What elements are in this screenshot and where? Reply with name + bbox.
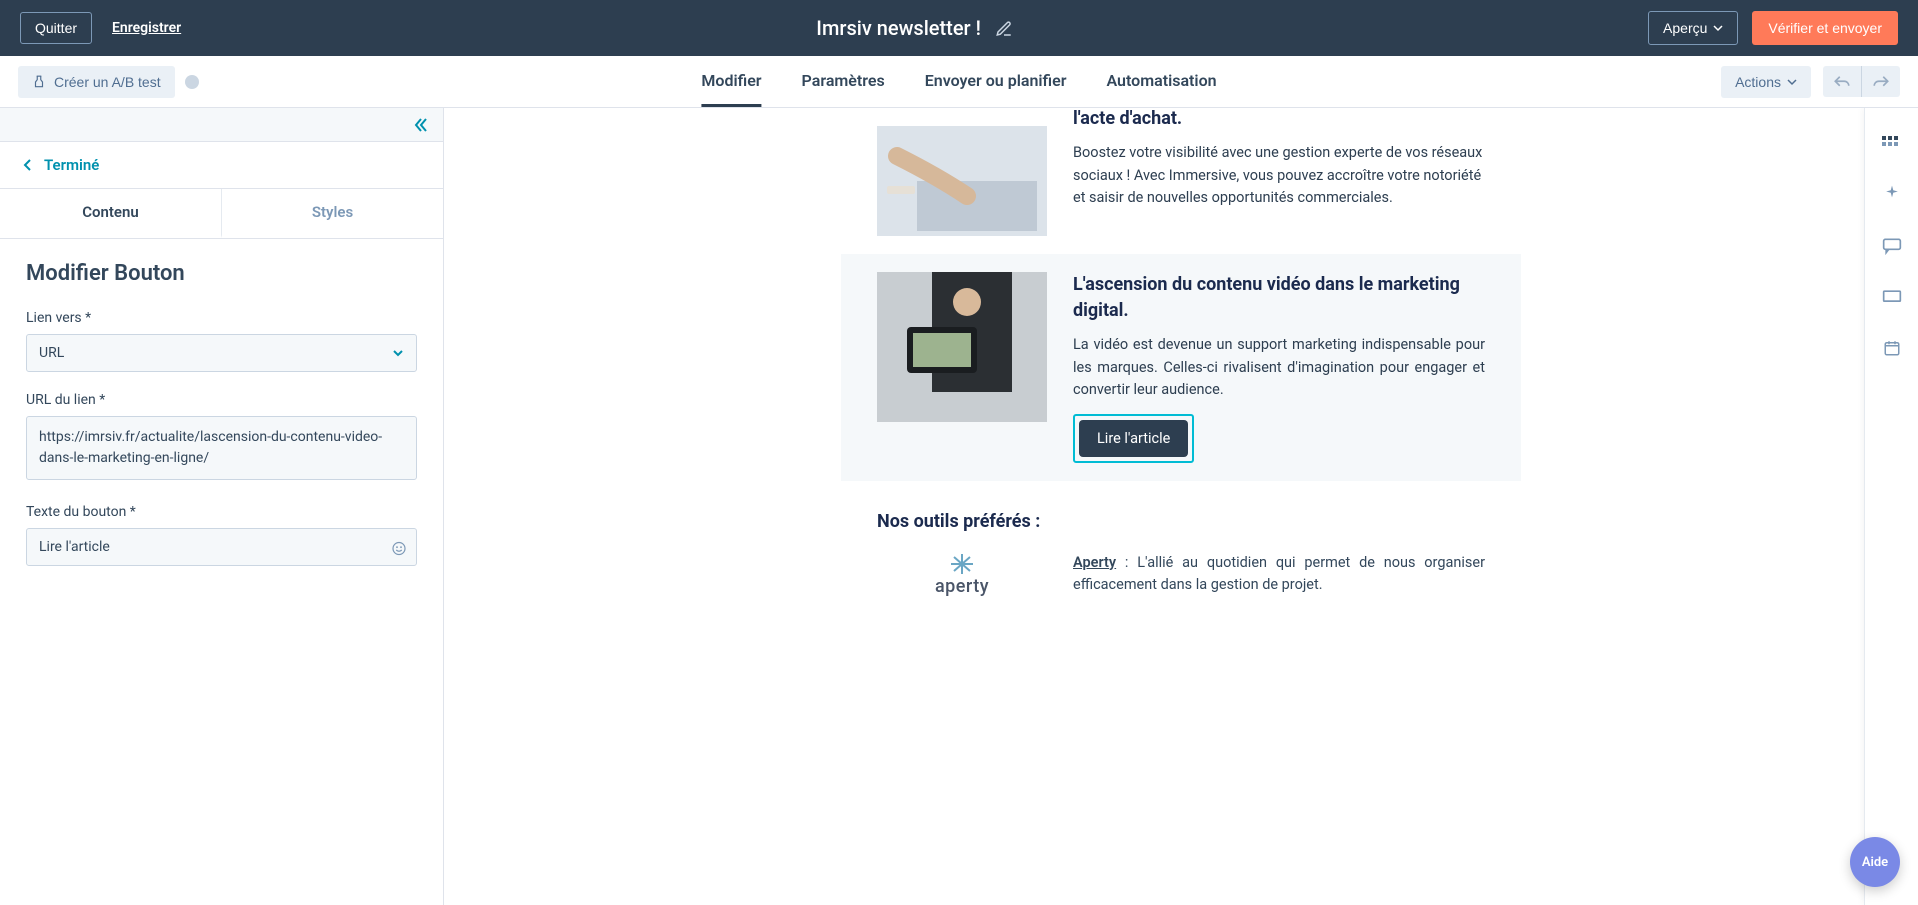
main-tabs: Modifier Paramètres Envoyer ou planifier… [701,56,1216,107]
undo-redo-group [1823,66,1900,97]
sub-bar: Créer un A/B test Modifier Paramètres En… [0,56,1918,108]
comments-icon[interactable] [1882,234,1902,255]
link-to-select[interactable]: URL [26,334,417,372]
info-icon[interactable] [185,75,199,89]
quit-button[interactable]: Quitter [20,12,92,44]
read-article-button[interactable]: Lire l'article [1079,420,1188,457]
collapse-panel-icon[interactable] [413,114,429,135]
tab-automatisation[interactable]: Automatisation [1106,56,1216,107]
link-to-label: Lien vers * [26,310,417,326]
emoji-icon[interactable] [391,538,407,557]
tab-envoyer[interactable]: Envoyer ou planifier [925,56,1067,107]
panel-tab-contenu[interactable]: Contenu [0,189,221,238]
help-button[interactable]: Aide [1850,837,1900,887]
email-canvas[interactable]: l'acte d'achat. Boostez votre visibilité… [444,108,1918,905]
save-link[interactable]: Enregistrer [112,20,181,36]
modules-icon[interactable] [1882,132,1902,153]
verify-send-button[interactable]: Vérifier et envoyer [1752,11,1898,45]
chevron-down-icon [392,345,404,361]
actions-dropdown[interactable]: Actions [1721,66,1811,98]
tab-modifier[interactable]: Modifier [701,56,761,107]
edit-title-icon[interactable] [995,18,1013,38]
block1-heading-partial: l'acte d'achat. [1073,108,1485,132]
block2-heading: L'ascension du contenu vidéo dans le mar… [1073,272,1485,324]
device-icon[interactable] [1882,285,1902,306]
selected-button-module[interactable]: Lire l'article [1073,414,1194,463]
tab-parametres[interactable]: Paramètres [802,56,885,107]
block-image-keyboard [877,126,1047,236]
button-text-label: Texte du bouton * [26,504,417,520]
panel-heading: Modifier Bouton [26,261,417,286]
aperty-description: Aperty : L'allié au quotidien qui permet… [1073,552,1485,597]
right-rail [1864,108,1918,905]
block2-body: La vidéo est devenue un support marketin… [1073,334,1485,401]
done-button[interactable]: Terminé [0,142,443,189]
chevron-left-icon [22,159,34,171]
url-label: URL du lien * [26,392,417,408]
left-panel: Terminé Contenu Styles Modifier Bouton L… [0,108,444,905]
preview-button[interactable]: Aperçu [1648,11,1738,45]
create-ab-test-button[interactable]: Créer un A/B test [18,66,175,98]
undo-button[interactable] [1823,66,1861,97]
aperty-logo: aperty [877,552,1047,597]
block-image-camera [877,272,1047,422]
email-block-video[interactable]: L'ascension du contenu vidéo dans le mar… [841,254,1521,481]
button-text-input[interactable] [26,528,417,566]
block1-body: Boostez votre visibilité avec une gestio… [1073,142,1485,209]
calendar-icon[interactable] [1883,336,1901,357]
email-title: Imrsiv newsletter ! [816,16,981,40]
email-block-tools[interactable]: Nos outils préférés : aperty Aperty : L'… [841,481,1521,607]
tools-heading: Nos outils préférés : [877,511,1485,532]
sparkle-icon[interactable] [1882,183,1902,204]
top-bar: Quitter Enregistrer Imrsiv newsletter ! … [0,0,1918,56]
url-input[interactable]: https://imrsiv.fr/actualite/lascension-d… [26,416,417,480]
redo-button[interactable] [1861,66,1900,97]
email-block-social[interactable]: l'acte d'achat. Boostez votre visibilité… [841,108,1521,254]
panel-tab-styles[interactable]: Styles [221,189,443,238]
